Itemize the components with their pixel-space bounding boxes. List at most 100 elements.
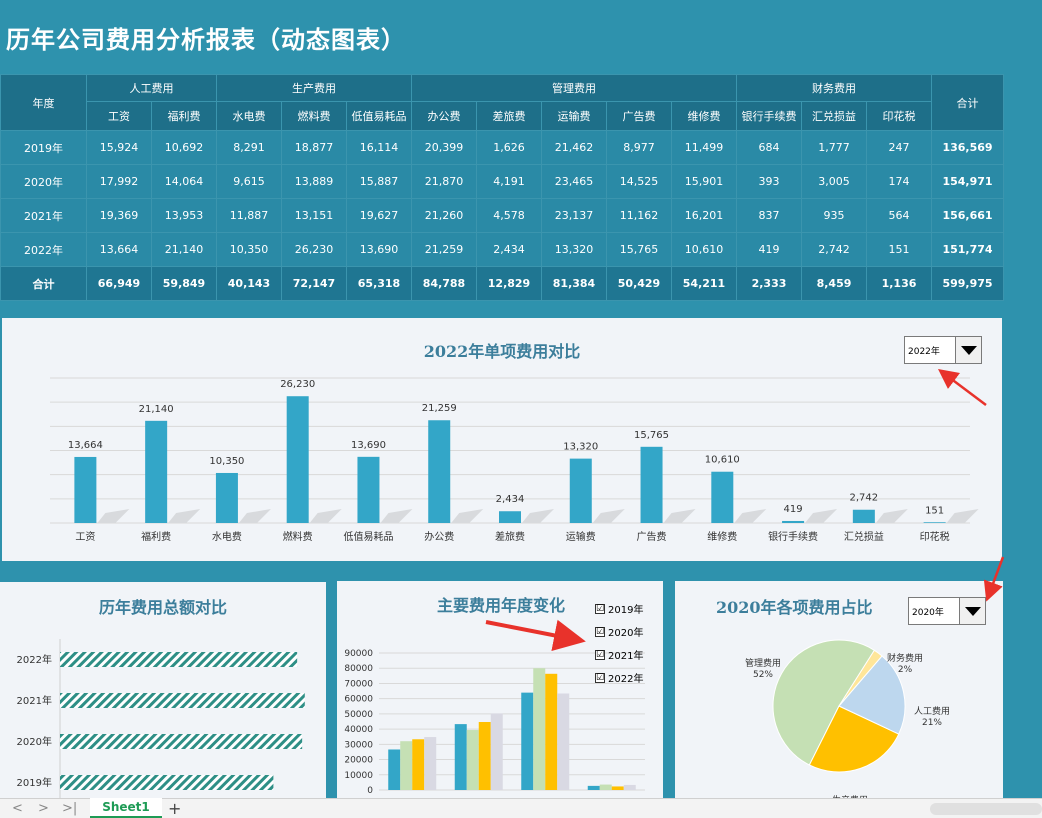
table-cell: 15,887 bbox=[346, 164, 412, 199]
table-cell: 151 bbox=[866, 232, 932, 267]
table-cell: 2,742 bbox=[801, 232, 867, 267]
cost-share-pie-panel: 2020年各项费用占比 2020年 管理费用52%财务费用2%人工费用21%生产… bbox=[675, 581, 1003, 798]
column-bar bbox=[557, 693, 570, 790]
bar-data-label: 419 bbox=[784, 504, 803, 515]
pie-chart: 管理费用52%财务费用2%人工费用21%生产费用 bbox=[745, 639, 950, 798]
table-cell: 14,525 bbox=[606, 164, 672, 199]
row-total: 136,569 bbox=[931, 130, 1004, 165]
column-bar bbox=[599, 784, 612, 790]
bar-data-label: 13,690 bbox=[351, 440, 386, 451]
tab-sheet1[interactable]: Sheet1 bbox=[90, 798, 162, 818]
table-cell: 1,777 bbox=[801, 130, 867, 165]
bar-data-label: 15,765 bbox=[634, 430, 669, 441]
hbar-category-label: 2020年 bbox=[17, 735, 52, 748]
column-bar bbox=[587, 785, 600, 790]
hbar bbox=[60, 693, 305, 708]
horizontal-scrollbar[interactable] bbox=[930, 803, 1042, 815]
footer-cell: 72,147 bbox=[281, 266, 347, 301]
column-bar bbox=[611, 786, 624, 790]
bar-data-label: 10,610 bbox=[705, 455, 740, 466]
table-cell: 247 bbox=[866, 130, 932, 165]
nav-prev-icon[interactable]: < bbox=[12, 801, 23, 816]
bar-category-label: 办公费 bbox=[424, 530, 454, 543]
table-cell: 11,499 bbox=[671, 130, 737, 165]
bar-category-label: 运输费 bbox=[566, 530, 596, 543]
table-footer-row: 合计 66,949 59,849 40,143 72,147 65,318 84,788 12… bbox=[0, 266, 1004, 301]
y-tick-label: 70000 bbox=[344, 679, 373, 689]
year-checkbox-legend: ☑ 2019年 ☑ 2020年 ☑ 2021年 ☑ 2022年 bbox=[595, 597, 643, 689]
column-header: 燃料费 bbox=[281, 101, 347, 131]
nav-next-icon[interactable]: > bbox=[38, 801, 49, 816]
y-tick-label: 20000 bbox=[344, 756, 373, 766]
legend-item-2022[interactable]: ☑ 2022年 bbox=[595, 666, 643, 689]
sheet-tab-bar: < > >| Sheet1 + bbox=[0, 798, 1042, 818]
table-cell: 23,137 bbox=[541, 198, 607, 233]
column-header: 银行手续费 bbox=[736, 101, 802, 131]
table-row: 2021年 19,369 13,953 11,887 13,151 19,627 21,26… bbox=[0, 198, 1004, 233]
table-cell: 13,664 bbox=[86, 232, 152, 267]
column-header: 广告费 bbox=[606, 101, 672, 131]
column-header: 差旅费 bbox=[476, 101, 542, 131]
bar bbox=[357, 456, 380, 523]
group-header: 财务费用 bbox=[736, 74, 932, 102]
table-cell: 15,924 bbox=[86, 130, 152, 165]
bar-shadow bbox=[238, 509, 271, 523]
year-header: 年度 bbox=[0, 74, 87, 131]
table-row: 2020年 17,992 14,064 9,615 13,889 15,887 21,870… bbox=[0, 164, 1004, 199]
bar bbox=[782, 520, 805, 523]
bar-data-label: 151 bbox=[925, 505, 944, 516]
nav-last-icon[interactable]: >| bbox=[62, 801, 77, 816]
bar-category-label: 汇兑损益 bbox=[844, 530, 884, 543]
row-total: 151,774 bbox=[931, 232, 1004, 267]
table-cell: 11,162 bbox=[606, 198, 672, 233]
bar bbox=[428, 420, 451, 523]
hbar-category-label: 2022年 bbox=[17, 653, 52, 666]
table-cell: 1,626 bbox=[476, 130, 542, 165]
column-bar bbox=[388, 749, 401, 790]
table-row: 2022年 13,664 21,140 10,350 26,230 13,690 21,25… bbox=[0, 232, 1004, 267]
bar-category-label: 维修费 bbox=[707, 530, 737, 543]
bar-data-label: 26,230 bbox=[280, 379, 315, 390]
y-tick-label: 60000 bbox=[344, 695, 373, 705]
footer-cell: 2,333 bbox=[736, 266, 802, 301]
footer-cell: 54,211 bbox=[671, 266, 737, 301]
bar-category-label: 广告费 bbox=[637, 530, 667, 543]
hbar bbox=[60, 734, 303, 749]
table-cell: 3,005 bbox=[801, 164, 867, 199]
column-header: 维修费 bbox=[671, 101, 737, 131]
column-bar bbox=[490, 713, 503, 790]
footer-cell: 66,949 bbox=[86, 266, 152, 301]
column-bar bbox=[412, 739, 425, 790]
bar-category-label: 银行手续费 bbox=[768, 530, 818, 543]
bar-category-label: 印花税 bbox=[920, 530, 950, 543]
bar-shadow bbox=[875, 509, 908, 523]
legend-item-2020[interactable]: ☑ 2020年 bbox=[595, 620, 643, 643]
table-cell: 13,151 bbox=[281, 198, 347, 233]
bar bbox=[74, 456, 97, 523]
pie-label-mgmt-pct: 52% bbox=[753, 670, 773, 680]
table-cell: 19,627 bbox=[346, 198, 412, 233]
row-year: 2020年 bbox=[0, 164, 87, 199]
hbar bbox=[60, 775, 274, 790]
table-cell: 18,877 bbox=[281, 130, 347, 165]
checkbox-icon[interactable]: ☑ bbox=[595, 649, 605, 660]
legend-item-2019[interactable]: ☑ 2019年 bbox=[595, 597, 643, 620]
bar-data-label: 13,664 bbox=[68, 440, 103, 451]
bar-category-label: 燃料费 bbox=[283, 530, 313, 543]
table-cell: 4,578 bbox=[476, 198, 542, 233]
legend-item-2021[interactable]: ☑ 2021年 bbox=[595, 643, 643, 666]
pie-label-labor-name: 人工费用 bbox=[914, 705, 950, 717]
row-total: 156,661 bbox=[931, 198, 1004, 233]
table-cell: 16,114 bbox=[346, 130, 412, 165]
table-cell: 16,201 bbox=[671, 198, 737, 233]
add-sheet-button[interactable]: + bbox=[168, 799, 181, 818]
table-cell: 13,320 bbox=[541, 232, 607, 267]
checkbox-icon[interactable]: ☑ bbox=[595, 672, 605, 683]
table-cell: 17,992 bbox=[86, 164, 152, 199]
checkbox-icon[interactable]: ☑ bbox=[595, 626, 605, 637]
footer-cell: 12,829 bbox=[476, 266, 542, 301]
checkbox-icon[interactable]: ☑ bbox=[595, 603, 605, 614]
bar-shadow bbox=[380, 509, 413, 523]
footer-label: 合计 bbox=[0, 266, 87, 301]
bar-data-label: 2,434 bbox=[496, 494, 525, 505]
